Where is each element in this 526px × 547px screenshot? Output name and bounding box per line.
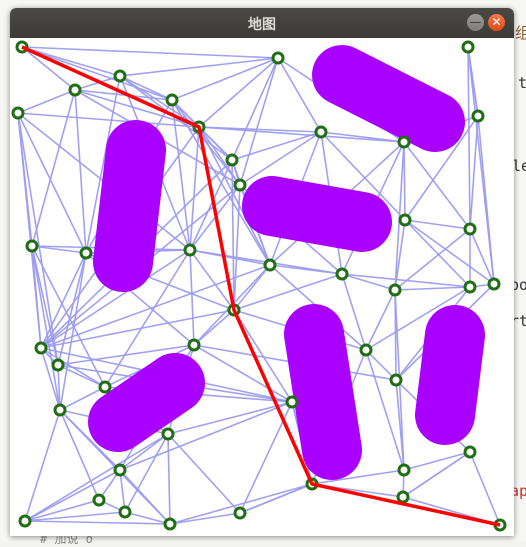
minimize-icon[interactable]: — (467, 14, 484, 31)
graph-node (187, 338, 201, 352)
graph-node (389, 373, 403, 387)
graph-node (34, 341, 48, 355)
graph-node (487, 277, 501, 291)
graph-edge (198, 126, 405, 143)
graph-node (98, 380, 112, 394)
close-icon[interactable]: ✕ (488, 14, 505, 31)
graph-edge (74, 89, 87, 254)
window-title: 地图 (248, 17, 276, 33)
graph-node (68, 83, 82, 97)
graph-node (163, 517, 177, 531)
graph-edge (21, 46, 279, 59)
graph-node (53, 403, 67, 417)
graph-node (79, 246, 93, 260)
graph-node (461, 40, 475, 54)
graph-edge (233, 273, 343, 311)
graph-edge (233, 309, 293, 403)
graph-node (161, 427, 175, 441)
graph-node (285, 395, 299, 409)
graph-edge (233, 184, 241, 311)
graph-edge (403, 141, 406, 221)
graph-node (51, 358, 65, 372)
graph-node (263, 258, 277, 272)
graph-node (183, 243, 197, 257)
graph-edge (231, 159, 235, 311)
graph-node (233, 506, 247, 520)
editor-fragment: t (518, 74, 526, 92)
editor-fragment: le (512, 157, 526, 175)
map-window[interactable]: 地图 — ✕ (10, 8, 514, 536)
graph-node (271, 51, 285, 65)
title-bar[interactable]: 地图 — ✕ (10, 8, 514, 38)
graph-node (113, 69, 127, 83)
graph-edge (404, 219, 471, 288)
graph-node (11, 106, 25, 120)
graph-edge (198, 57, 279, 128)
graph-node (463, 222, 477, 236)
map-canvas (10, 38, 514, 536)
graph-edge (17, 112, 87, 254)
graph-node (463, 280, 477, 294)
obstacle (415, 305, 485, 445)
graph-edge (59, 252, 87, 411)
graph-node (18, 514, 32, 528)
obstacle (312, 45, 465, 152)
map-drawing (11, 40, 507, 532)
graph-node (396, 490, 410, 504)
graph-edge (167, 433, 241, 514)
graph-node (471, 109, 485, 123)
graph-node (397, 135, 411, 149)
graph-edge (394, 286, 471, 291)
graph-node (335, 267, 349, 281)
graph-edge (24, 520, 171, 525)
graph-edge (469, 451, 501, 526)
obstacle (93, 120, 166, 292)
graph-edge (231, 131, 322, 161)
graph-edge (403, 451, 471, 471)
graph-node (92, 493, 106, 507)
graph-node (359, 343, 373, 357)
graph-edge (239, 57, 279, 186)
graph-edge (31, 89, 76, 247)
graph-node (398, 213, 412, 227)
graph-edge (469, 115, 479, 230)
graph-edge (477, 115, 495, 285)
graph-node (225, 153, 239, 167)
graph-edge (17, 89, 76, 114)
graph-edge (167, 433, 171, 525)
graph-edge (189, 249, 195, 346)
graph-node (25, 239, 39, 253)
graph-edge (467, 46, 471, 230)
graph-edge (17, 112, 59, 366)
obstacle (284, 304, 362, 480)
obstacle (242, 176, 392, 252)
graph-node (314, 125, 328, 139)
obstacle (88, 353, 205, 452)
graph-node (113, 463, 127, 477)
graph-node (388, 283, 402, 297)
graph-node (233, 178, 247, 192)
graph-edge (467, 46, 479, 117)
graph-edge (57, 252, 87, 366)
graph-edge (402, 451, 471, 498)
graph-node (118, 505, 132, 519)
graph-edge (403, 141, 471, 230)
graph-node (165, 93, 179, 107)
graph-edge (193, 309, 235, 346)
graph-node (397, 463, 411, 477)
graph-node (463, 445, 477, 459)
graph-edge (189, 126, 200, 251)
